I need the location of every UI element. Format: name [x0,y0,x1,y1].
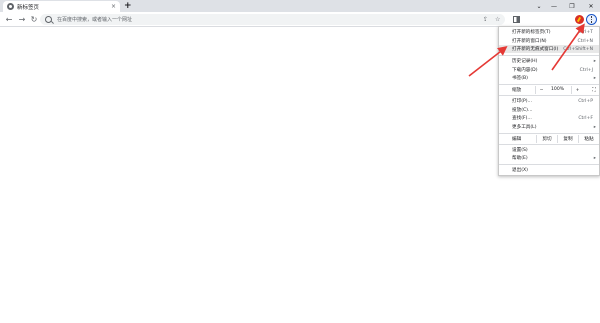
menu-item-label: 书签(B) [512,76,528,81]
menu-item-shortcut: Ctrl+Shift+N [563,46,593,52]
menu-item-label: 打开新的窗口(N) [512,39,547,44]
menu-item-label: 帮助(E) [512,156,528,161]
menu-item-label: 查找(F)... [512,116,532,121]
menu-item-shortcut: Ctrl+F [578,115,593,121]
extension-icon[interactable] [575,15,584,24]
menu-item-label: 打开新的无痕式窗口(I) [512,47,559,52]
address-bar[interactable]: 在百度中搜索，或者输入一个网址 ⇪ ☆ [40,14,505,25]
more-menu-button[interactable] [586,14,597,25]
menu-item-shortcut: Ctrl+T [578,29,593,35]
forward-icon[interactable]: → [17,12,27,27]
paste-button[interactable]: 粘贴 [578,135,599,143]
menu-item-label: 设置(S) [512,148,528,153]
tab-close-icon[interactable]: × [111,3,116,10]
menu-item-label: 历史记录(H) [512,59,538,64]
menu-divider [499,95,599,96]
zoom-in-button[interactable]: + [571,86,583,94]
menu-item-label: 退出(X) [512,168,528,173]
submenu-arrow-icon: ▸ [593,155,596,161]
menu-item-label: 打开新的标签页(T) [512,30,551,35]
menu-divider [499,164,599,165]
menu-item-print[interactable]: 打印(P)... Ctrl+P [499,97,599,105]
window-close-icon[interactable]: ✕ [584,0,598,12]
zoom-out-button[interactable]: − [535,86,547,94]
menu-divider [499,144,599,145]
menu-item-cast[interactable]: 投放(C)... [499,106,599,114]
submenu-arrow-icon: ▸ [593,75,596,81]
share-icon[interactable]: ⇪ [483,14,488,25]
menu-divider [499,133,599,134]
zoom-label: 缩放 [512,88,522,93]
menu-divider [499,55,599,56]
cut-button[interactable]: 剪切 [536,135,557,143]
chrome-main-menu: 打开新的标签页(T) Ctrl+T 打开新的窗口(N) Ctrl+N 打开新的无… [498,26,600,176]
zoom-value: 100% [551,87,565,92]
menu-item-label: 下载内容(D) [512,68,538,73]
search-icon [45,16,52,23]
menu-zoom-row: 缩放 − 100% + ⛶ [499,86,599,94]
edit-label: 编辑 [512,137,522,142]
reload-icon[interactable]: ↻ [29,12,39,27]
submenu-arrow-icon: ▸ [593,124,596,130]
menu-item-shortcut: Ctrl+N [577,38,593,44]
menu-item-label: 投放(C)... [512,108,533,113]
menu-item-history[interactable]: 历史记录(H) ▸ [499,57,599,65]
menu-item-label: 打印(P)... [512,99,532,104]
menu-item-shortcut: Ctrl+J [579,67,593,73]
browser-window: 新标签页 × + ⌄ — ❐ ✕ ← → ↻ 在百度中搜索，或者输入一个网址 ⇪… [0,0,600,323]
menu-edit-row: 编辑 剪切 复制 粘贴 [499,135,599,143]
restore-icon[interactable]: ❐ [565,0,579,12]
address-bar-placeholder: 在百度中搜索，或者输入一个网址 [57,17,133,23]
menu-item-shortcut: Ctrl+P [578,98,593,104]
minimize-icon[interactable]: — [547,0,561,12]
menu-item-exit[interactable]: 退出(X) [499,166,599,174]
menu-item-new-tab[interactable]: 打开新的标签页(T) Ctrl+T [499,28,599,36]
menu-item-more-tools[interactable]: 更多工具(L) ▸ [499,123,599,131]
menu-item-new-incognito-window[interactable]: 打开新的无痕式窗口(I) Ctrl+Shift+N [499,45,599,53]
toolbar: ← → ↻ 在百度中搜索，或者输入一个网址 ⇪ ☆ [0,12,600,27]
menu-divider [499,84,599,85]
menu-item-downloads[interactable]: 下载内容(D) Ctrl+J [499,66,599,74]
menu-item-bookmarks[interactable]: 书签(B) ▸ [499,74,599,82]
menu-item-help[interactable]: 帮助(E) ▸ [499,154,599,162]
tab-favicon-icon [7,3,14,10]
copy-button[interactable]: 复制 [557,135,578,143]
sidebar-icon[interactable] [511,14,521,25]
tab-strip: 新标签页 × + ⌄ — ❐ ✕ [0,0,600,12]
submenu-arrow-icon: ▸ [593,58,596,64]
fullscreen-icon[interactable]: ⛶ [589,86,599,94]
new-tab-button[interactable]: + [124,1,132,11]
tab-new-tab-page[interactable]: 新标签页 × [3,1,120,12]
tab-title: 新标签页 [17,4,40,11]
menu-item-label: 更多工具(L) [512,125,537,130]
menu-item-new-window[interactable]: 打开新的窗口(N) Ctrl+N [499,37,599,45]
menu-item-settings[interactable]: 设置(S) [499,146,599,154]
back-icon[interactable]: ← [4,12,14,27]
tab-search-dropdown-icon[interactable]: ⌄ [532,0,546,12]
bookmark-star-icon[interactable]: ☆ [495,14,500,25]
menu-item-find[interactable]: 查找(F)... Ctrl+F [499,114,599,122]
